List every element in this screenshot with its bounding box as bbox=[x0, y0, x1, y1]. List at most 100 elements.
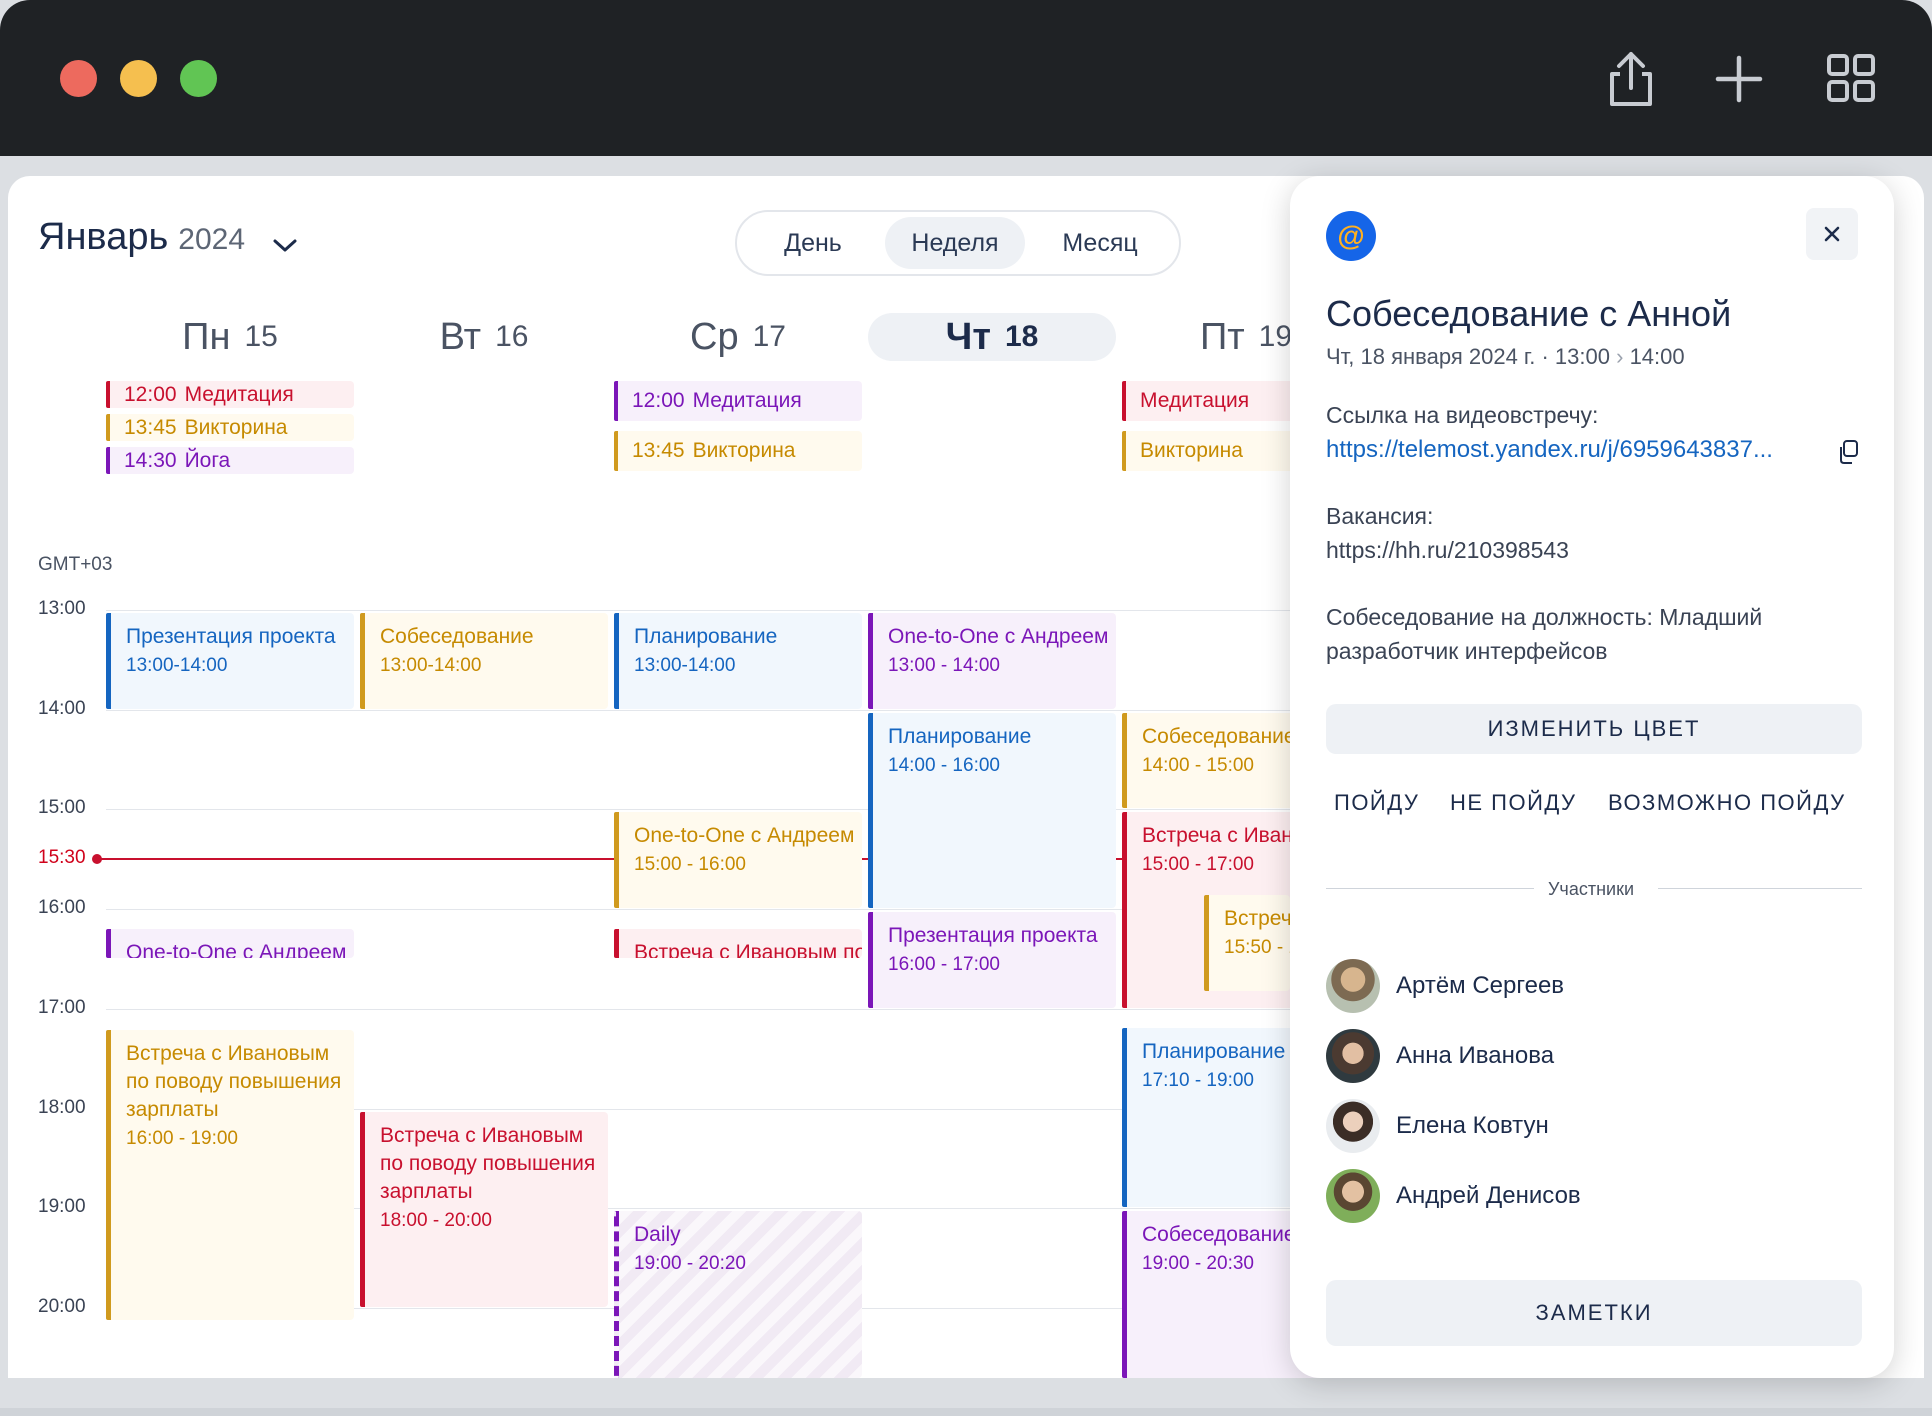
hour-gridline bbox=[106, 709, 1336, 711]
event-time: 13:00 - 14:00 bbox=[888, 655, 1000, 676]
event-time: 13:00-14:00 bbox=[634, 655, 736, 676]
notes-button[interactable]: ЗАМЕТКИ bbox=[1326, 1280, 1862, 1346]
day-name: Пт bbox=[1199, 315, 1245, 358]
event-title: Презентация проекта bbox=[126, 625, 336, 648]
calendar-event[interactable]: One-to-One с Андреем 13:00 - 14:00 bbox=[868, 613, 1116, 709]
hour-label: 20:00 bbox=[38, 1295, 86, 1317]
event-time: 15:50 - 16:50 bbox=[1224, 937, 1290, 959]
event-details-panel: @ Собеседование с Анной Чт, 18 января 20… bbox=[1290, 176, 1894, 1378]
window-titlebar bbox=[0, 0, 1932, 156]
hour-label: 19:00 bbox=[38, 1196, 86, 1218]
timezone-label: GMT+03 bbox=[38, 554, 113, 575]
calendar-event[interactable]: Встреча с Ивановым по поводу повышения з… bbox=[360, 1111, 608, 1307]
calendar-event[interactable]: One-to-One с Андреем16:10-16:30 bbox=[106, 928, 354, 958]
calendar-event[interactable]: Daily 19:00 - 20:20 bbox=[614, 1211, 862, 1378]
event-time: 19:00 - 20:20 bbox=[634, 1253, 746, 1275]
view-week-button[interactable]: Неделя bbox=[885, 217, 1025, 269]
event-time: 12:00 bbox=[632, 389, 685, 412]
hour-gridline bbox=[106, 610, 1336, 611]
divider bbox=[1658, 888, 1862, 889]
day-header-3[interactable]: Ср 17 bbox=[614, 313, 862, 361]
vacancy-url: https://hh.ru/210398543 bbox=[1326, 537, 1569, 563]
hour-label: 13:00 bbox=[38, 598, 86, 619]
calendar-event[interactable]: Презентация проекта 16:00 - 17:00 bbox=[868, 912, 1116, 1008]
event-time: 13:45 bbox=[124, 415, 177, 439]
avatar bbox=[1326, 1169, 1380, 1223]
rsvp-yes-button[interactable]: ПОЙДУ bbox=[1334, 790, 1419, 816]
minimize-window-button[interactable] bbox=[120, 60, 157, 97]
day-header-4[interactable]: Чт 18 bbox=[868, 313, 1116, 361]
participant-item[interactable]: Андрей Денисов bbox=[1326, 1168, 1581, 1224]
event-title: Йога bbox=[184, 448, 231, 472]
allday-event[interactable]: 13:45 Викторина bbox=[106, 414, 354, 441]
allday-event[interactable]: 12:00 Медитация bbox=[106, 381, 354, 408]
plus-icon[interactable] bbox=[1704, 44, 1774, 114]
event-time: 16:00 - 17:00 bbox=[888, 954, 1000, 976]
hour-label: 16:00 bbox=[38, 897, 86, 919]
window-bottom-edge bbox=[0, 1408, 1932, 1416]
avatar bbox=[1326, 1099, 1380, 1153]
calendar-event[interactable]: Планирование 14:00 - 16:00 bbox=[868, 712, 1116, 909]
event-title: Встреча с Ивановым по поводу повышения з… bbox=[126, 1042, 342, 1121]
calendar-event[interactable]: One-to-One с Андреем 15:00 - 16:00 bbox=[614, 812, 862, 909]
event-time: 13:45 bbox=[632, 439, 685, 462]
participant-item[interactable]: Артём Сергеев bbox=[1326, 958, 1564, 1014]
close-panel-button[interactable] bbox=[1806, 208, 1858, 260]
allday-event[interactable]: 12:00 Медитация bbox=[614, 381, 862, 421]
grid-icon[interactable] bbox=[1816, 44, 1886, 114]
event-title: Планирование bbox=[634, 625, 778, 648]
hour-gridline bbox=[106, 1008, 1336, 1010]
event-time: 14:00 - 16:00 bbox=[888, 754, 1000, 776]
event-time: 12:00 bbox=[124, 382, 177, 406]
current-time-dot bbox=[92, 854, 102, 865]
share-icon[interactable] bbox=[1596, 44, 1666, 114]
avatar bbox=[1326, 959, 1380, 1013]
close-icon bbox=[1824, 226, 1840, 242]
event-title: Встреча bbox=[1224, 907, 1290, 931]
allday-event[interactable]: 13:45 Викторина bbox=[614, 431, 862, 471]
view-day-button[interactable]: День bbox=[747, 217, 879, 269]
day-name: Ср bbox=[690, 315, 739, 358]
video-link-label: Ссылка на видеовстречу: bbox=[1326, 402, 1599, 428]
video-link[interactable]: https://telemost.yandex.ru/j/6959643837.… bbox=[1326, 436, 1773, 464]
rsvp-maybe-button[interactable]: ВОЗМОЖНО ПОЙДУ bbox=[1608, 790, 1846, 816]
chevron-down-icon[interactable] bbox=[270, 236, 300, 256]
event-title: Презентация проекта bbox=[888, 924, 1098, 948]
rsvp-no-button[interactable]: НЕ ПОЙДУ bbox=[1450, 790, 1577, 816]
participant-item[interactable]: Анна Иванова bbox=[1326, 1028, 1554, 1084]
day-header-1[interactable]: Пн 15 bbox=[106, 313, 354, 361]
event-time: 16:00 - 19:00 bbox=[126, 1128, 238, 1149]
event-title: One-to-One с Андреем bbox=[634, 824, 855, 848]
calendar-event[interactable]: Встреча с Ивановым по16:10-16:30 bbox=[614, 928, 862, 958]
calendar-event[interactable]: Планирование 13:00-14:00 bbox=[614, 613, 862, 709]
month-title[interactable]: Январь 2024 bbox=[38, 216, 245, 259]
day-name: Пн bbox=[182, 315, 231, 358]
change-color-button[interactable]: ИЗМЕНИТЬ ЦВЕТ bbox=[1326, 704, 1862, 754]
maximize-window-button[interactable] bbox=[180, 60, 217, 97]
event-title: Планирование bbox=[888, 724, 1032, 748]
hour-label: 17:00 bbox=[38, 996, 86, 1018]
day-header-2[interactable]: Вт 16 bbox=[360, 313, 608, 361]
calendar-event[interactable]: Презентация проекта 13:00-14:00 bbox=[106, 613, 354, 709]
allday-event[interactable]: 14:30 Йога bbox=[106, 447, 354, 474]
view-switcher: День Неделя Месяц bbox=[735, 210, 1181, 276]
calendar-event[interactable]: Встреча 15:50 - 16:50 bbox=[1204, 895, 1290, 992]
event-title: Встреча с Ивановым по bbox=[634, 940, 862, 958]
view-month-button[interactable]: Месяц bbox=[1031, 217, 1169, 269]
copy-icon[interactable] bbox=[1836, 439, 1860, 465]
event-time: 18:00 - 20:00 bbox=[380, 1209, 492, 1231]
close-window-button[interactable] bbox=[60, 60, 97, 97]
day-date: 17 bbox=[752, 320, 786, 353]
event-description: Собеседование на должность: Младший разр… bbox=[1326, 604, 1763, 664]
participant-item[interactable]: Елена Ковтун bbox=[1326, 1098, 1549, 1154]
hour-gridline bbox=[106, 809, 1336, 811]
hour-label: 14:00 bbox=[38, 697, 86, 719]
event-title: Собеседование bbox=[380, 625, 534, 648]
day-date: 15 bbox=[244, 320, 278, 353]
calendar-event[interactable]: Собеседование 13:00-14:00 bbox=[360, 613, 608, 709]
event-title: Медитация bbox=[1140, 389, 1250, 412]
event-title: One-to-One с Андреем bbox=[888, 625, 1109, 648]
event-time: 15:00 - 16:00 bbox=[634, 854, 746, 876]
calendar-event[interactable]: Встреча с Ивановым по поводу повышения з… bbox=[106, 1030, 354, 1320]
event-title: Медитация bbox=[692, 389, 802, 412]
